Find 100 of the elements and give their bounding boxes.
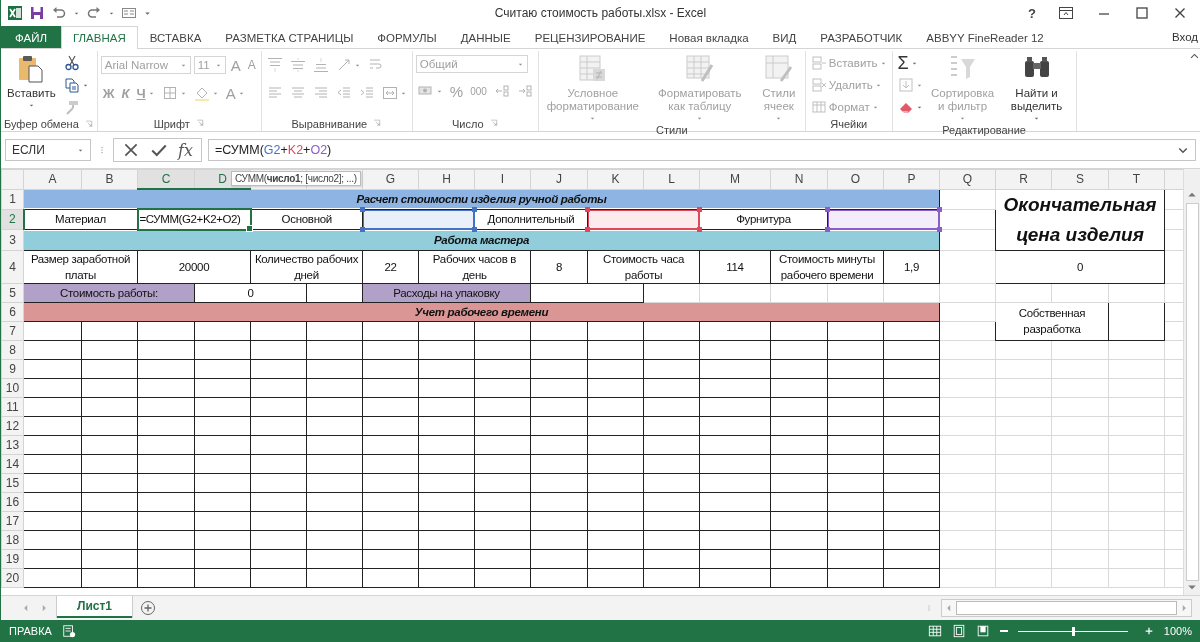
sheet-cell[interactable]: [81, 511, 138, 530]
sheet-cell[interactable]: [530, 530, 588, 549]
range-handle[interactable]: [585, 206, 590, 212]
sheet-cell[interactable]: [474, 530, 531, 549]
sheet-cell[interactable]: [770, 416, 828, 435]
sheet-cell[interactable]: [250, 530, 307, 549]
sheet-cell[interactable]: [883, 435, 940, 454]
sheet-cell[interactable]: [137, 435, 195, 454]
sheet-cell[interactable]: [643, 435, 700, 454]
sheet-cell[interactable]: [137, 454, 195, 473]
column-header[interactable]: J: [530, 169, 588, 189]
sheet-cell[interactable]: [827, 321, 884, 340]
range-handle[interactable]: [360, 206, 365, 212]
sheet-cell[interactable]: [699, 568, 771, 587]
sheet-cell[interactable]: [418, 359, 475, 378]
sheet-cell[interactable]: [418, 511, 475, 530]
sheet-cell[interactable]: [137, 416, 195, 435]
sheet-cell[interactable]: [827, 416, 884, 435]
scroll-thumb[interactable]: [956, 601, 1177, 615]
sheet-cell[interactable]: [770, 568, 828, 587]
sheet-cell[interactable]: [643, 549, 700, 568]
undo-icon[interactable]: [51, 5, 67, 21]
sheet-cell[interactable]: [250, 435, 307, 454]
sheet-cell[interactable]: [643, 511, 700, 530]
ribbon-tab[interactable]: Новая вкладка: [657, 26, 761, 48]
column-header[interactable]: K: [587, 169, 644, 189]
sheet-cell[interactable]: [827, 473, 884, 492]
sheet-cell[interactable]: [587, 435, 644, 454]
sheet-cell[interactable]: [306, 454, 363, 473]
ribbon-tab[interactable]: РАЗРАБОТЧИК: [808, 26, 915, 48]
sheet-cell[interactable]: [770, 473, 828, 492]
sheet-cell[interactable]: [770, 492, 828, 511]
name-box[interactable]: ЕСЛИ: [5, 139, 91, 161]
sheet-cell[interactable]: [883, 321, 940, 340]
sheet-cell[interactable]: [23, 378, 82, 397]
column-header[interactable]: O: [827, 169, 884, 189]
sheet-cell[interactable]: [530, 359, 588, 378]
sheet-cell[interactable]: [699, 397, 771, 416]
sheet-cell[interactable]: Рабочих часов в день: [418, 250, 531, 283]
sheet-cell[interactable]: [23, 473, 82, 492]
ribbon-tab[interactable]: ГЛАВНАЯ: [61, 26, 138, 49]
sheet-cell[interactable]: [883, 378, 940, 397]
cancel-icon[interactable]: [122, 141, 140, 159]
sheet-cell[interactable]: [250, 416, 307, 435]
sheet-tab[interactable]: Лист1: [57, 596, 133, 618]
sheet-cell[interactable]: [699, 473, 771, 492]
sheet-cell[interactable]: [194, 568, 251, 587]
sheet-cell[interactable]: [81, 435, 138, 454]
sheet-cell[interactable]: [194, 397, 251, 416]
sheet-cell[interactable]: [81, 340, 138, 359]
sheet-cell[interactable]: [23, 549, 82, 568]
sheet-cell[interactable]: [306, 340, 363, 359]
sheet-cell[interactable]: [362, 511, 419, 530]
sheet-cell[interactable]: [194, 511, 251, 530]
sheet-cell[interactable]: [194, 340, 251, 359]
sheet-cell[interactable]: [362, 568, 419, 587]
sheet-cell[interactable]: [643, 359, 700, 378]
sheet-cell[interactable]: [194, 549, 251, 568]
sheet-cell[interactable]: [194, 359, 251, 378]
sheet-cell[interactable]: [362, 549, 419, 568]
sheet-cell[interactable]: [137, 511, 195, 530]
column-header[interactable]: B: [81, 169, 138, 189]
sheet-cell[interactable]: [530, 435, 588, 454]
ribbon-tab[interactable]: ВСТАВКА: [137, 26, 214, 48]
sheet-cell[interactable]: [530, 397, 588, 416]
sheet-cell[interactable]: [362, 416, 419, 435]
sheet-cell[interactable]: [306, 549, 363, 568]
insert-function-button[interactable]: fx: [178, 140, 193, 160]
sheet-cell[interactable]: [530, 283, 644, 302]
sheet-cell[interactable]: [362, 340, 419, 359]
sheet-cell[interactable]: [194, 321, 251, 340]
sheet-cell[interactable]: [587, 568, 644, 587]
spreadsheet-logo-icon[interactable]: [7, 5, 23, 21]
sheet-cell[interactable]: [306, 511, 363, 530]
sheet-cell[interactable]: [306, 416, 363, 435]
sheet-cell[interactable]: [250, 454, 307, 473]
find-select-button[interactable]: Найти и выделить: [1000, 51, 1073, 124]
sheet-cell[interactable]: [194, 473, 251, 492]
sheet-cell[interactable]: [827, 511, 884, 530]
sheet-cell[interactable]: [306, 378, 363, 397]
sheet-cell[interactable]: [250, 473, 307, 492]
sheet-cell[interactable]: [474, 416, 531, 435]
sheet-cell[interactable]: [137, 340, 195, 359]
sheet-cell[interactable]: [81, 492, 138, 511]
sheet-cell[interactable]: [699, 435, 771, 454]
sheet-cell[interactable]: [530, 473, 588, 492]
referenced-range[interactable]: [362, 209, 475, 230]
sheet-cell[interactable]: [418, 492, 475, 511]
sheet-cell[interactable]: [883, 530, 940, 549]
column-header[interactable]: N: [770, 169, 828, 189]
sheet-cell[interactable]: [362, 473, 419, 492]
sheet-cell[interactable]: Размер заработной платы: [23, 250, 138, 283]
sheet-cell[interactable]: [643, 568, 700, 587]
add-sheet-icon[interactable]: [140, 600, 157, 616]
section-title[interactable]: Окончательная цена изделия: [995, 189, 1165, 250]
sheet-cell[interactable]: [827, 397, 884, 416]
sheet-cell[interactable]: [474, 340, 531, 359]
sheet-cell[interactable]: [23, 511, 82, 530]
sheet-cell[interactable]: [362, 492, 419, 511]
sheet-cell[interactable]: [770, 340, 828, 359]
